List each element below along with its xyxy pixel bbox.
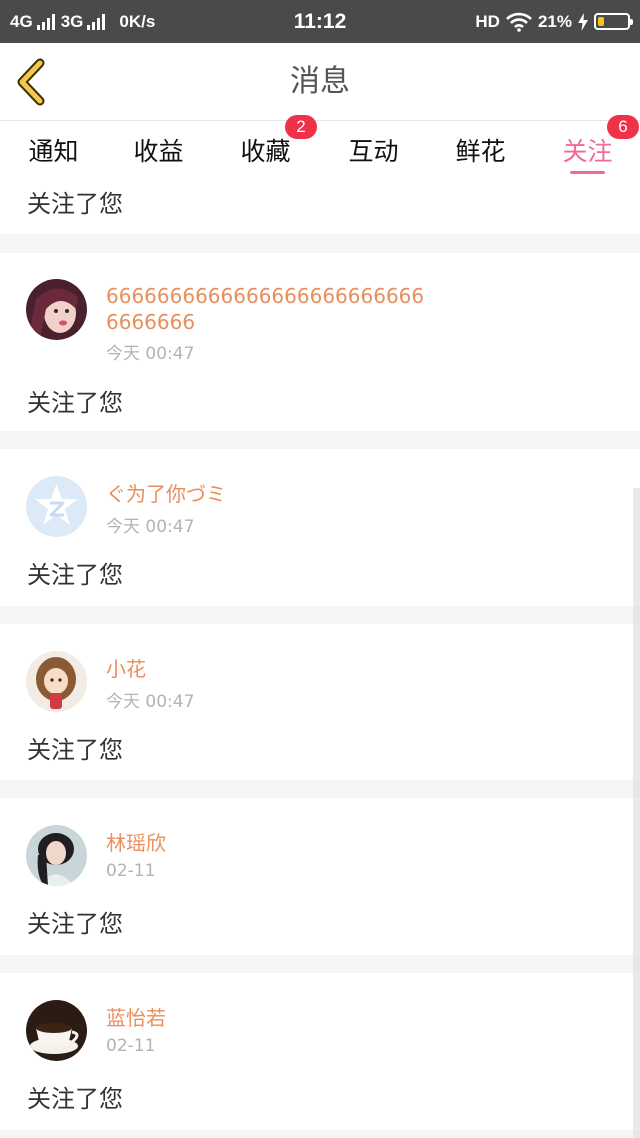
avatar[interactable] bbox=[26, 651, 87, 712]
list-item[interactable]: ぐ为了你づミ 今天 00:47 关注了您 bbox=[0, 449, 640, 606]
timestamp: 今天 00:47 bbox=[106, 344, 195, 364]
list-item[interactable]: 小花 今天 00:47 关注了您 bbox=[0, 624, 640, 780]
tab-badge: 2 bbox=[285, 115, 317, 139]
battery-level bbox=[598, 17, 604, 26]
status-bar: 4G 3G 0K/s 11:12 HD 21% bbox=[0, 0, 640, 43]
follow-action-text: 关注了您 bbox=[27, 1085, 123, 1113]
avatar[interactable] bbox=[26, 476, 87, 537]
nickname[interactable]: 小花 bbox=[106, 656, 426, 682]
tab-label: 通知 bbox=[28, 137, 79, 166]
follow-action-text: 关注了您 bbox=[27, 736, 123, 764]
nickname[interactable]: 蓝怡若 bbox=[106, 1005, 426, 1031]
tab-label: 鲜花 bbox=[455, 137, 506, 166]
tab-underline bbox=[570, 171, 605, 174]
timestamp: 今天 00:47 bbox=[106, 692, 195, 712]
timestamp: 02-11 bbox=[106, 1036, 156, 1056]
avatar[interactable] bbox=[26, 1000, 87, 1061]
list-item[interactable]: 关注了您 bbox=[0, 179, 640, 234]
wifi-icon bbox=[506, 12, 532, 32]
tab-favorites[interactable]: 收藏 2 bbox=[212, 115, 319, 179]
tab-label: 互动 bbox=[348, 137, 399, 166]
nickname[interactable]: ぐ为了你づミ bbox=[106, 481, 426, 507]
hd-indicator: HD bbox=[475, 11, 500, 31]
avatar[interactable] bbox=[26, 279, 87, 340]
tab-notifications[interactable]: 通知 bbox=[0, 121, 107, 179]
tab-follows[interactable]: 关注 6 bbox=[534, 115, 640, 179]
tab-label: 收益 bbox=[133, 137, 184, 166]
status-right: HD 21% bbox=[475, 0, 633, 43]
battery-icon bbox=[594, 13, 633, 30]
tab-interactions[interactable]: 互动 bbox=[320, 121, 427, 179]
timestamp: 今天 00:47 bbox=[106, 517, 195, 537]
tab-bar: 通知 收益 收藏 2 互动 鲜花 关注 6 bbox=[0, 115, 640, 179]
tab-flowers[interactable]: 鲜花 bbox=[427, 121, 534, 179]
avatar[interactable] bbox=[26, 825, 87, 886]
timestamp: 02-11 bbox=[106, 861, 156, 881]
follow-action-text: 关注了您 bbox=[27, 190, 123, 218]
list-item[interactable]: 林瑶欣 02-11 关注了您 bbox=[0, 798, 640, 955]
list-item[interactable]: 蓝怡若 02-11 关注了您 bbox=[0, 973, 640, 1130]
list-item[interactable]: 66666666666666666666666666666666 今天 00:4… bbox=[0, 253, 640, 431]
nickname[interactable]: 66666666666666666666666666666666 bbox=[106, 283, 426, 335]
follow-action-text: 关注了您 bbox=[27, 910, 123, 938]
scrollbar[interactable] bbox=[633, 488, 640, 1138]
screen: 4G 3G 0K/s 11:12 HD 21% 消息 通知 收益 收藏 2 互动… bbox=[0, 0, 640, 1138]
header: 消息 bbox=[0, 43, 640, 121]
charging-icon bbox=[578, 12, 588, 31]
nickname[interactable]: 林瑶欣 bbox=[106, 830, 426, 856]
follow-action-text: 关注了您 bbox=[27, 561, 123, 589]
tab-badge: 6 bbox=[607, 115, 639, 139]
page-title: 消息 bbox=[290, 64, 350, 99]
tab-earnings[interactable]: 收益 bbox=[105, 121, 212, 179]
follow-action-text: 关注了您 bbox=[27, 389, 123, 417]
battery-percent: 21% bbox=[537, 11, 572, 31]
